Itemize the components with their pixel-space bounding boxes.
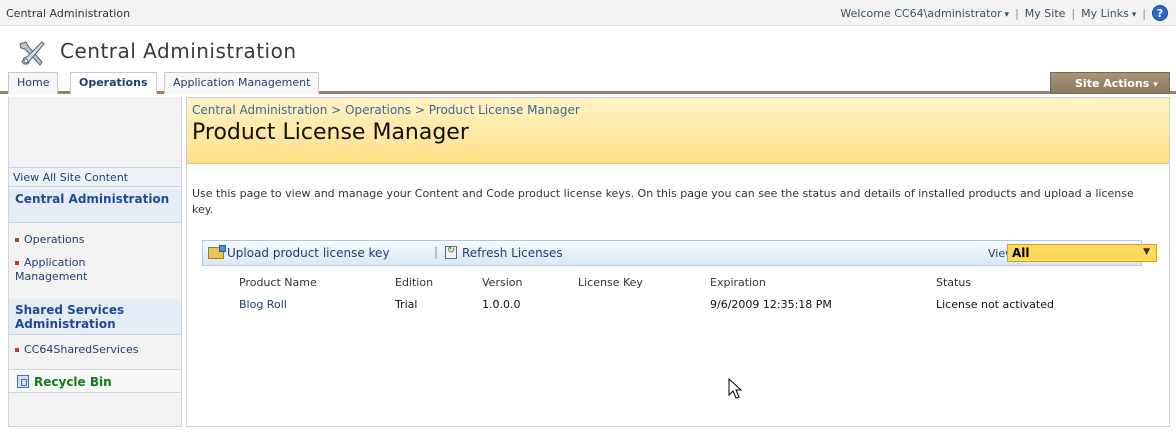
left-navigation: View All Site Content Central Administra… <box>8 97 182 427</box>
help-icon[interactable]: ? <box>1152 5 1168 21</box>
refresh-licenses-button[interactable]: Refresh Licenses <box>445 245 563 260</box>
version-cell: 1.0.0.0 <box>482 298 521 311</box>
upload-label: Upload product license key <box>227 246 390 260</box>
column-header-version[interactable]: Version <box>482 276 522 289</box>
user-links: Welcome CC64\administrator | My Site | M… <box>840 5 1168 21</box>
nav-item-application-management[interactable]: Application Management <box>15 256 125 284</box>
refresh-label: Refresh Licenses <box>462 246 563 260</box>
nav-item-label: Operations <box>24 233 85 246</box>
view-all-site-content-link[interactable]: View All Site Content <box>9 167 181 187</box>
page-title: Product License Manager <box>192 120 469 145</box>
my-links-menu[interactable]: My Links <box>1081 7 1136 20</box>
separator: | <box>1142 6 1146 20</box>
nav-item-label: Application Management <box>15 256 88 283</box>
nav-heading-shared-services-administration[interactable]: Shared Services Administration <box>9 299 181 335</box>
welcome-menu[interactable]: Welcome CC64\administrator <box>840 7 1009 20</box>
recycle-bin-icon <box>17 375 29 388</box>
view-select[interactable]: All ▼ <box>1007 244 1157 262</box>
column-header-license-key[interactable]: License Key <box>578 276 643 289</box>
bullet-icon <box>15 348 19 352</box>
site-label: Central Administration <box>6 7 131 20</box>
nav-item-label: CC64SharedServices <box>24 343 139 356</box>
bullet-icon <box>15 238 19 242</box>
nav-item-cc64sharedservices[interactable]: CC64SharedServices <box>15 343 138 357</box>
breadcrumb-separator: > <box>331 103 342 117</box>
column-header-product-name[interactable]: Product Name <box>239 276 317 289</box>
tab-application-management[interactable]: Application Management <box>164 72 320 94</box>
my-site-link[interactable]: My Site <box>1025 7 1066 20</box>
separator: | <box>1071 6 1076 20</box>
top-utility-bar: Central Administration Welcome CC64\admi… <box>0 0 1176 26</box>
list-toolbar: Upload product license key | Refresh Lic… <box>202 240 1157 266</box>
refresh-icon <box>445 245 457 259</box>
separator: | <box>1015 6 1019 20</box>
page-description: Use this page to view and manage your Co… <box>192 187 1134 216</box>
status-cell: License not activated <box>936 298 1054 311</box>
bullet-icon <box>15 261 19 265</box>
tab-bar: Home Operations Application Management <box>0 72 1176 94</box>
breadcrumb-operations[interactable]: Operations <box>345 103 411 117</box>
view-select-value: All <box>1012 246 1030 260</box>
app-title[interactable]: Central Administration <box>60 39 297 63</box>
column-header-expiration[interactable]: Expiration <box>710 276 766 289</box>
breadcrumb: Central Administration > Operations > Pr… <box>192 103 580 117</box>
tools-icon <box>19 41 45 66</box>
breadcrumb-central-administration[interactable]: Central Administration <box>192 103 327 117</box>
main-content: Central Administration > Operations > Pr… <box>186 97 1170 427</box>
chevron-down-icon: ▼ <box>1143 247 1150 257</box>
mouse-pointer-icon <box>728 378 743 399</box>
nav-item-operations[interactable]: Operations <box>15 233 84 247</box>
column-header-status[interactable]: Status <box>936 276 971 289</box>
tab-home[interactable]: Home <box>8 72 59 94</box>
toolbar-separator: | <box>434 245 439 259</box>
recycle-bin-label: Recycle Bin <box>34 375 112 389</box>
upload-icon <box>208 245 226 259</box>
nav-heading-central-administration[interactable]: Central Administration <box>9 189 181 223</box>
site-actions-label: Site Actions <box>1075 77 1150 90</box>
expiration-cell: 9/6/2009 12:35:18 PM <box>710 298 832 311</box>
edition-cell: Trial <box>395 298 418 311</box>
breadcrumb-current: Product License Manager <box>428 103 580 117</box>
recycle-bin-link[interactable]: Recycle Bin <box>9 369 181 393</box>
chevron-down-icon: ▾ <box>1153 80 1158 90</box>
tab-operations[interactable]: Operations <box>70 72 157 94</box>
site-actions-menu[interactable]: Site Actions ▾ <box>1050 72 1170 94</box>
upload-license-key-button[interactable]: Upload product license key <box>208 245 390 260</box>
breadcrumb-separator: > <box>414 103 425 117</box>
product-name-link[interactable]: Blog Roll <box>239 298 287 311</box>
column-header-edition[interactable]: Edition <box>395 276 433 289</box>
page-title-banner: Central Administration > Operations > Pr… <box>187 98 1169 164</box>
